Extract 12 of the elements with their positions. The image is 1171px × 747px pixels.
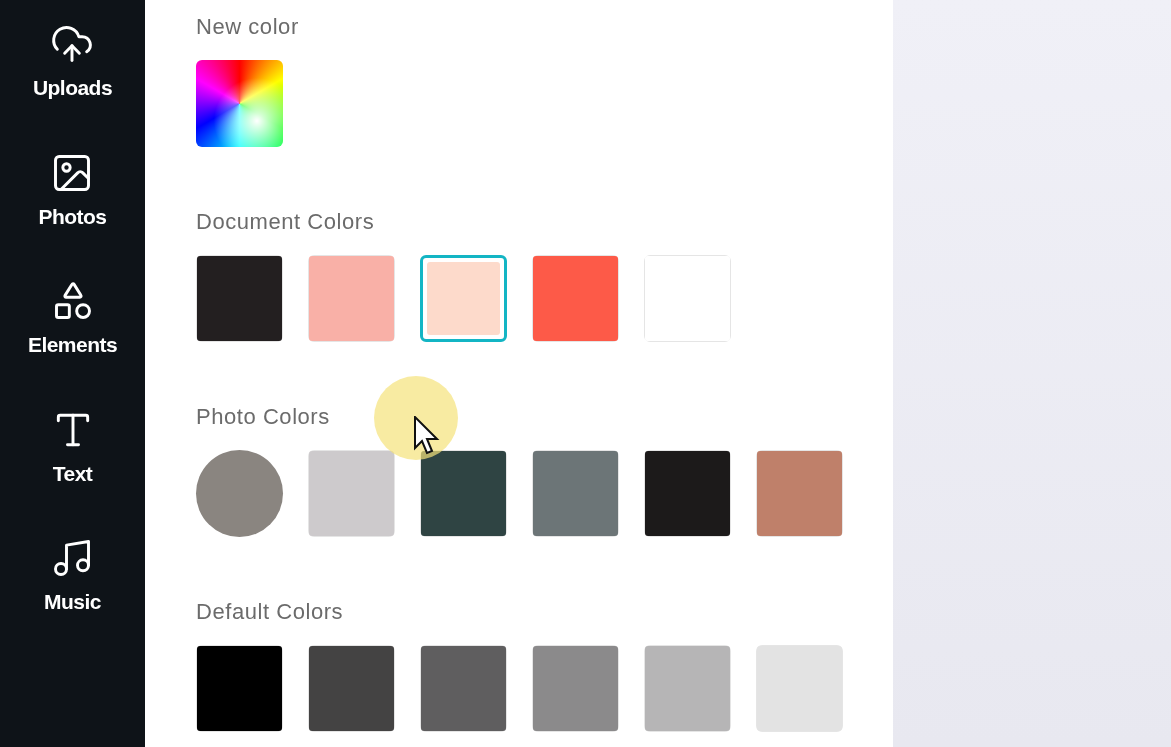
section-heading: New color	[196, 13, 300, 36]
sidebar-item[interactable]: Photos	[38, 150, 107, 232]
sidebar-item[interactable]: Uploads	[32, 22, 113, 104]
color-picker-swatch[interactable]	[196, 60, 283, 147]
sidebar-item[interactable]: Text	[50, 407, 95, 489]
section-heading: Document Colors	[196, 208, 376, 231]
pointer-icon	[414, 416, 440, 456]
section-heading: Photo Colors	[196, 403, 331, 426]
color-swatch[interactable]	[420, 255, 507, 342]
sidebar-item[interactable]: Elements	[27, 279, 118, 361]
sidebar-item[interactable]: Music	[44, 536, 101, 618]
section-heading: Default Colors	[196, 598, 345, 621]
